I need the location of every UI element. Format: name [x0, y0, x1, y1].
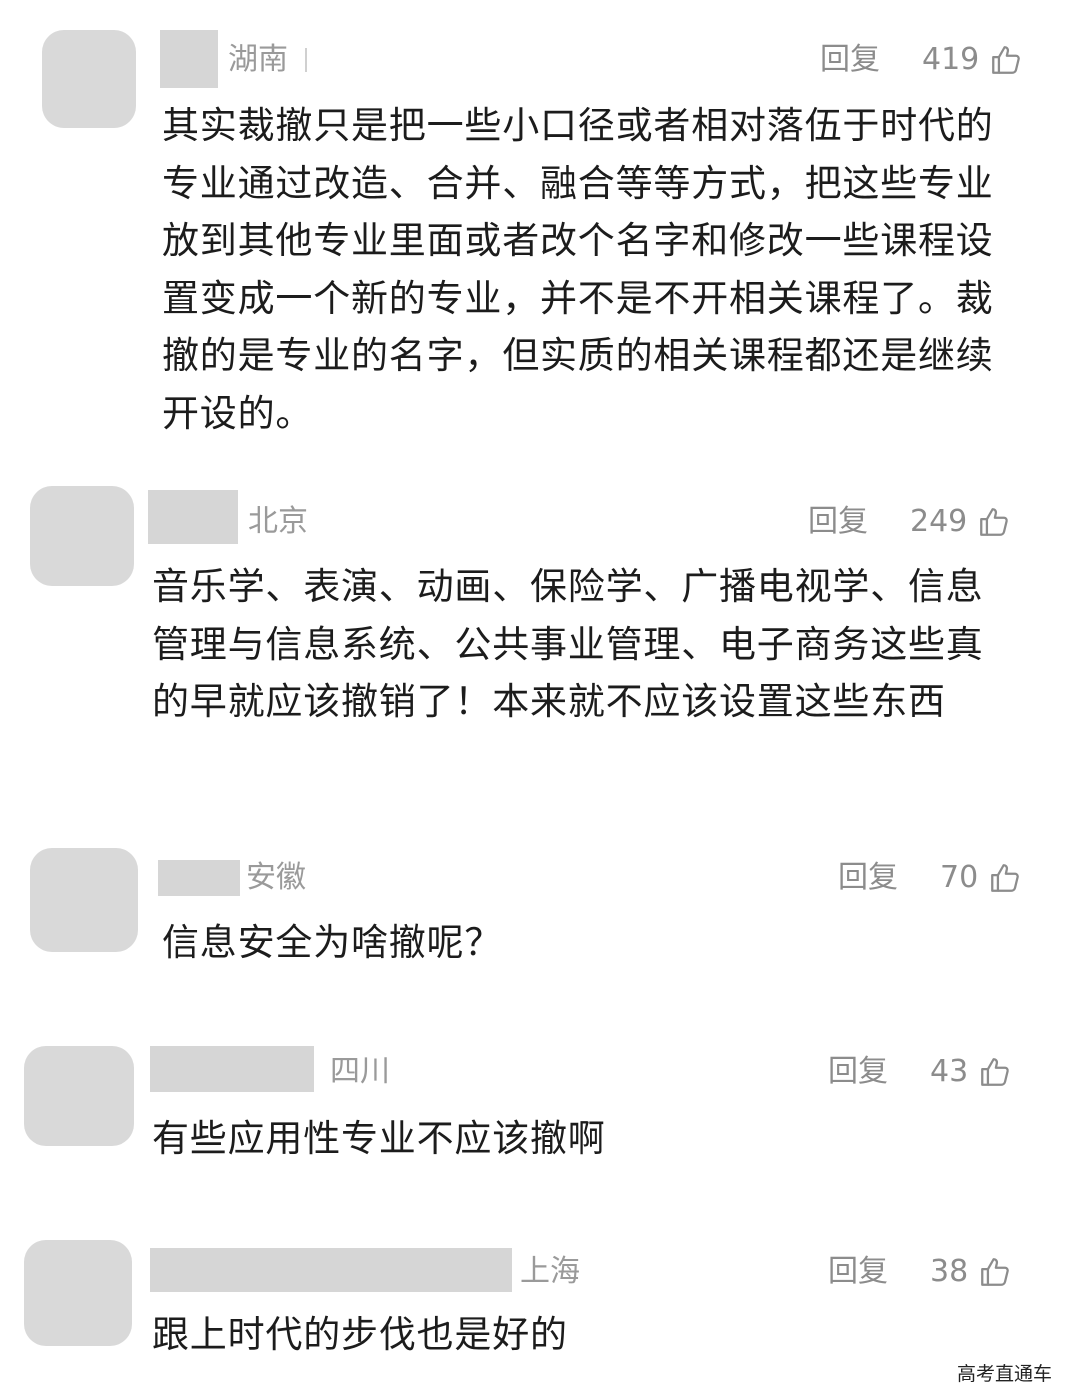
thumbs-up-icon — [977, 505, 1011, 539]
region-label: 四川 — [330, 1054, 390, 1089]
reply-button[interactable]: 回复 — [820, 40, 880, 80]
like-count: 38 — [930, 1254, 969, 1289]
like-button[interactable]: 38 — [930, 1252, 1012, 1292]
like-count: 419 — [922, 42, 980, 77]
thumbs-up-icon — [989, 43, 1023, 77]
comment-text: 有些应用性专业不应该撤啊 — [152, 1117, 606, 1160]
comment-text: 其实裁撤只是把一些小口径或者相对落伍于时代的专业通过改造、合并、融合等等方式，把… — [162, 104, 994, 435]
like-count: 43 — [930, 1054, 969, 1089]
avatar[interactable] — [30, 486, 134, 586]
username-redacted[interactable] — [160, 30, 218, 88]
avatar[interactable] — [30, 848, 138, 952]
like-button[interactable]: 43 — [930, 1052, 1012, 1092]
comment-text: 音乐学、表演、动画、保险学、广播电视学、信息管理与信息系统、公共事业管理、电子商… — [152, 565, 984, 723]
reply-button[interactable]: 回复 — [828, 1252, 888, 1292]
thumbs-up-icon — [978, 1255, 1012, 1289]
username-redacted[interactable] — [150, 1248, 512, 1292]
comment-text: 跟上时代的步伐也是好的 — [152, 1313, 568, 1356]
like-count: 249 — [910, 504, 968, 539]
username-redacted[interactable] — [148, 490, 238, 544]
reply-button[interactable]: 回复 — [808, 502, 868, 542]
region-label: 北京 — [248, 504, 308, 539]
avatar[interactable] — [24, 1240, 132, 1346]
like-button[interactable]: 419 — [922, 40, 1023, 80]
comment-text: 信息安全为啥撤呢？ — [162, 921, 503, 964]
watermark: 高考直通车 — [956, 1363, 1052, 1385]
reply-button[interactable]: 回复 — [828, 1052, 888, 1092]
region-label: 安徽 — [246, 860, 306, 895]
avatar[interactable] — [24, 1046, 134, 1146]
reply-button[interactable]: 回复 — [838, 858, 898, 898]
avatar[interactable] — [42, 30, 136, 128]
username-redacted[interactable] — [158, 860, 240, 896]
thumbs-up-icon — [988, 861, 1022, 895]
thumbs-up-icon — [978, 1055, 1012, 1089]
like-button[interactable]: 249 — [910, 502, 1011, 542]
region-label: 上海 — [520, 1254, 580, 1289]
username-redacted[interactable] — [150, 1046, 314, 1092]
region-label: 湖南 — [228, 42, 288, 77]
like-button[interactable]: 70 — [940, 858, 1022, 898]
divider — [305, 48, 307, 72]
like-count: 70 — [940, 860, 979, 895]
